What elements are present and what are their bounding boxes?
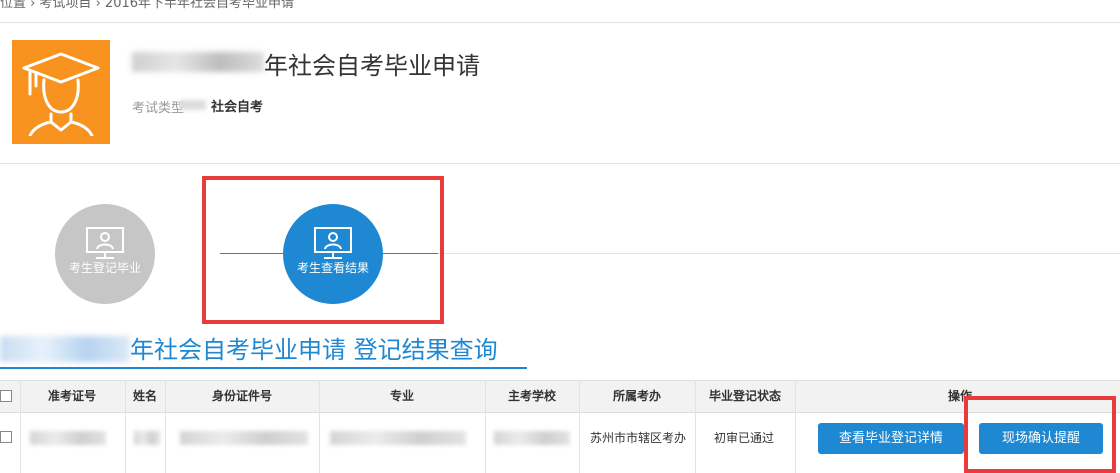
column-divider [20,380,21,473]
row-checkbox[interactable] [0,431,12,443]
step-register[interactable]: 考生登记毕业 [55,204,155,304]
col-id-no: 身份证件号 [211,389,272,403]
exam-no-redacted [30,431,106,445]
column-divider [125,380,126,473]
breadcrumb-text: 位置 › 考试项目 › 2016年下半年社会自考毕业申请 [0,0,295,11]
select-all-checkbox[interactable] [0,390,12,402]
section-title-redacted [0,336,130,362]
divider [0,22,1120,23]
graduate-avatar-icon [22,52,100,136]
exam-type-redacted [180,100,206,110]
exam-type-value: 社会自考 [211,100,264,115]
page-title: 年社会自考毕业申请 [264,52,480,80]
column-divider [319,380,320,473]
major-redacted [330,431,466,445]
col-office: 所属考办 [612,389,661,403]
table-header: 准考证号 姓名 身份证件号 专业 主考学校 所属考办 毕业登记状态 操作 [0,380,1120,413]
id-no-redacted [180,431,308,445]
col-name: 姓名 [132,389,157,403]
divider [0,163,1120,164]
breadcrumb: 位置 › 考试项目 › 2016年下半年社会自考毕业申请 [0,0,294,11]
highlight-box-step [202,176,444,324]
col-school: 主考学校 [507,389,556,403]
column-divider [485,380,486,473]
col-major: 专业 [389,389,414,403]
view-details-button[interactable]: 查看毕业登记详情 [818,423,964,454]
column-divider [795,380,796,473]
section-title-underline [0,367,527,369]
office-cell: 苏州市市辖区考办 [590,431,687,445]
column-divider [579,380,580,473]
school-redacted [494,431,570,445]
column-divider [165,380,166,473]
section-title: 年社会自考毕业申请 登记结果查询 [130,336,498,364]
column-divider [695,380,696,473]
monitor-user-icon [86,227,124,259]
status-cell: 初审已通过 [714,431,775,445]
col-exam-no: 准考证号 [47,389,96,403]
highlight-box-action [964,396,1116,473]
title-redacted [132,52,264,72]
divider [438,253,1120,254]
exam-type-label: 考试类型 [132,101,185,116]
col-status: 毕业登记状态 [708,389,781,403]
exam-logo [12,40,110,144]
name-redacted [134,431,160,445]
step-register-label: 考生登记毕业 [68,261,141,275]
